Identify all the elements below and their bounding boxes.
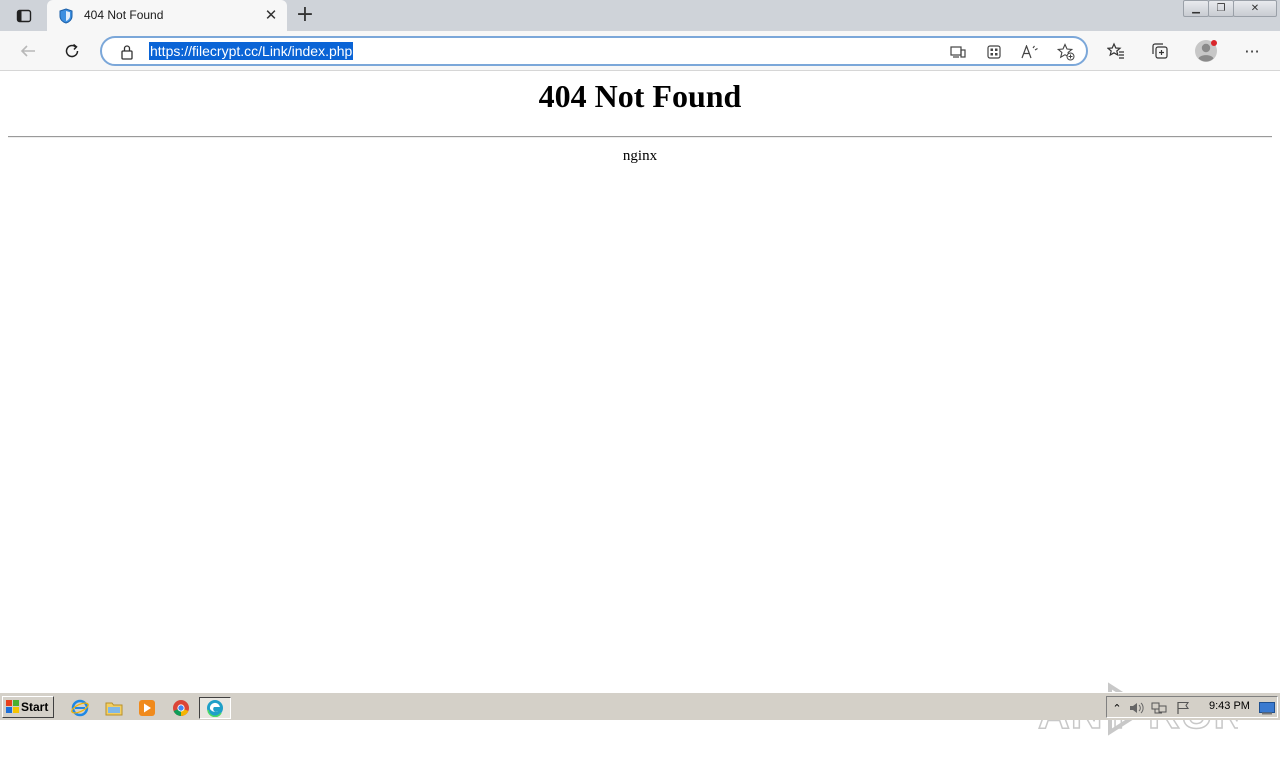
profile-button[interactable]: [1192, 37, 1220, 65]
tab-close-button[interactable]: ✕: [263, 7, 279, 23]
page-heading: 404 Not Found: [538, 78, 742, 114]
tab-title: 404 Not Found: [84, 8, 164, 22]
edge-icon: [207, 700, 223, 717]
start-button[interactable]: Start: [2, 696, 54, 718]
tray-volume[interactable]: [1129, 700, 1145, 716]
media-player-icon: [139, 700, 155, 716]
apps-button[interactable]: [983, 42, 1005, 62]
flag-icon: [1177, 701, 1190, 714]
browser-toolbar: https://filecrypt.cc/Link/index.php ···: [0, 31, 1280, 71]
back-button[interactable]: [14, 37, 42, 65]
windows-flag-icon: [6, 700, 19, 713]
folder-icon: [105, 702, 123, 716]
more-button[interactable]: ···: [1238, 37, 1266, 65]
profile-avatar-icon: [1195, 40, 1217, 62]
chrome-icon: [173, 700, 189, 716]
new-tab-button[interactable]: +: [293, 4, 317, 28]
address-bar[interactable]: https://filecrypt.cc/Link/index.php: [100, 36, 1088, 66]
window-close-button[interactable]: ✕: [1233, 0, 1277, 17]
refresh-button[interactable]: [58, 37, 86, 65]
desktop-icon: [1259, 701, 1275, 714]
speaker-icon: [1130, 702, 1144, 714]
page-content: 404 Not Found nginx ANY RUN: [0, 72, 1280, 739]
taskbar: Start ⌃ 9:43 PM: [0, 692, 1280, 720]
read-aloud-button[interactable]: [1019, 42, 1041, 62]
refresh-icon: [65, 43, 79, 58]
tray-expand-button[interactable]: ⌃: [1109, 700, 1125, 716]
network-icon: [1151, 702, 1167, 714]
system-tray: ⌃ 9:43 PM: [1106, 696, 1278, 718]
taskbar-explorer[interactable]: [102, 697, 126, 719]
tray-network[interactable]: [1151, 700, 1167, 716]
tab-strip: 404 Not Found ✕ + ▁ ❐ ✕: [0, 0, 1280, 31]
window-maximize-button[interactable]: ❐: [1208, 0, 1234, 17]
show-desktop-button[interactable]: [1259, 700, 1275, 716]
taskbar-chrome[interactable]: [169, 697, 193, 719]
favorites-icon: [1107, 42, 1124, 59]
app-available-button[interactable]: [947, 42, 969, 62]
chevron-up-icon: ⌃: [1112, 701, 1122, 715]
back-arrow-icon: [20, 45, 35, 57]
shield-icon: [59, 8, 73, 24]
tab-actions-icon: [16, 9, 32, 23]
tray-action-center[interactable]: [1175, 700, 1191, 716]
taskbar-media-player[interactable]: [135, 697, 159, 719]
divider: [8, 136, 1272, 138]
collections-button[interactable]: [1146, 37, 1174, 65]
add-favorite-button[interactable]: [1055, 42, 1077, 62]
taskbar-clock[interactable]: 9:43 PM: [1209, 700, 1250, 712]
url-text[interactable]: https://filecrypt.cc/Link/index.php: [149, 42, 354, 60]
internet-explorer-icon: [71, 699, 89, 717]
read-aloud-icon: [1021, 45, 1038, 59]
taskbar-edge[interactable]: [199, 697, 231, 719]
favorites-button[interactable]: [1102, 37, 1130, 65]
window-minimize-button[interactable]: ▁: [1183, 0, 1209, 17]
server-signature: nginx: [622, 148, 658, 164]
start-label: Start: [21, 700, 49, 714]
taskbar-ie[interactable]: [68, 697, 92, 719]
lock-icon: [121, 45, 133, 60]
apps-grid-icon: [987, 45, 1001, 59]
app-available-icon: [950, 46, 966, 58]
tab-actions-button[interactable]: [8, 4, 40, 28]
add-favorite-icon: [1057, 43, 1075, 61]
active-tab[interactable]: 404 Not Found ✕: [47, 0, 287, 31]
collections-icon: [1152, 43, 1168, 59]
